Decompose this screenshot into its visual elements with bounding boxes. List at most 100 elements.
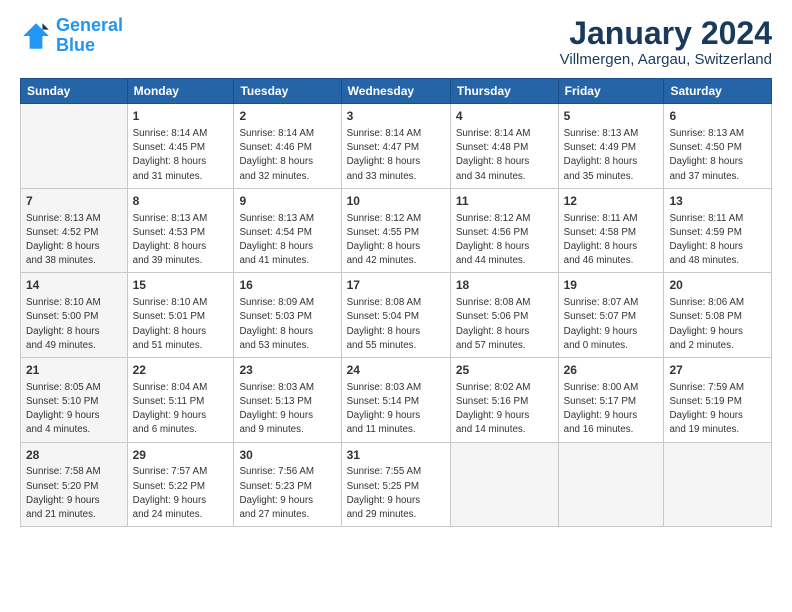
calendar-week-row: 7 Sunrise: 8:13 AMSunset: 4:52 PMDaylight… [21,188,772,273]
day-of-week-header: Wednesday [341,79,450,104]
calendar-cell: 8Sunrise: 8:13 AMSunset: 4:53 PMDaylight… [127,188,234,273]
day-of-week-header: Thursday [450,79,558,104]
logo-text: General Blue [56,16,123,56]
calendar-cell [21,104,128,189]
day-number: 29 [133,447,229,464]
calendar-cell: 29Sunrise: 7:57 AMSunset: 5:22 PMDayligh… [127,442,234,527]
day-info: Sunrise: 8:04 AMSunset: 5:11 PMDaylight:… [133,381,229,438]
day-info: Sunrise: 7:57 AMSunset: 5:22 PMDaylight:… [133,465,229,522]
day-number: 26 [564,362,659,379]
day-number: 1 [133,108,229,125]
logo-line2: Blue [56,35,95,55]
calendar-cell: 28Sunrise: 7:58 AMSunset: 5:20 PMDayligh… [21,442,128,527]
day-info: Sunrise: 8:11 AMSunset: 4:59 PMDaylight:… [669,212,766,269]
calendar-cell: 23 Sunrise: 8:03 AMSunset: 5:13 PMDayligh… [234,358,341,443]
day-info: Sunrise: 8:02 AMSunset: 5:16 PMDaylight:… [456,381,553,438]
calendar-cell: 17 Sunrise: 8:08 AMSunset: 5:04 PMDayligh… [341,273,450,358]
calendar-table: SundayMondayTuesdayWednesdayThursdayFrid… [20,78,772,527]
calendar-cell: 2 Sunrise: 8:14 AMSunset: 4:46 PMDaylight… [234,104,341,189]
day-info: Sunrise: 8:13 AMSunset: 4:49 PMDaylight:… [564,127,659,184]
calendar-cell: 9 Sunrise: 8:13 AMSunset: 4:54 PMDaylight… [234,188,341,273]
day-number: 15 [133,277,229,294]
header: General Blue January 2024 Villmergen, Aa… [20,16,772,68]
day-number: 2 [239,108,335,125]
calendar-cell: 15 Sunrise: 8:10 AMSunset: 5:01 PMDayligh… [127,273,234,358]
day-number: 7 [26,193,122,210]
day-number: 19 [564,277,659,294]
day-info: Sunrise: 8:10 AMSunset: 5:00 PMDaylight:… [26,296,122,353]
calendar-week-row: 28Sunrise: 7:58 AMSunset: 5:20 PMDayligh… [21,442,772,527]
day-number: 30 [239,447,335,464]
day-info: Sunrise: 8:08 AMSunset: 5:06 PMDaylight:… [456,296,553,353]
day-info: Sunrise: 8:12 AMSunset: 4:55 PMDaylight:… [347,212,445,269]
day-number: 25 [456,362,553,379]
day-of-week-header: Saturday [664,79,772,104]
day-info: Sunrise: 7:59 AMSunset: 5:19 PMDaylight:… [669,381,766,438]
day-number: 17 [347,277,445,294]
day-number: 21 [26,362,122,379]
day-number: 12 [564,193,659,210]
day-info: Sunrise: 8:13 AMSunset: 4:53 PMDaylight:… [133,212,229,269]
day-info: Sunrise: 8:14 AMSunset: 4:46 PMDaylight:… [239,127,335,184]
subtitle: Villmergen, Aargau, Switzerland [560,51,772,68]
calendar-cell: 27 Sunrise: 7:59 AMSunset: 5:19 PMDayligh… [664,358,772,443]
day-of-week-header: Sunday [21,79,128,104]
calendar-cell [664,442,772,527]
day-info: Sunrise: 8:13 AMSunset: 4:54 PMDaylight:… [239,212,335,269]
calendar-cell: 16 Sunrise: 8:09 AMSunset: 5:03 PMDayligh… [234,273,341,358]
logo-icon [20,20,52,52]
calendar-cell: 11Sunrise: 8:12 AMSunset: 4:56 PMDayligh… [450,188,558,273]
day-info: Sunrise: 8:03 AMSunset: 5:14 PMDaylight:… [347,381,445,438]
calendar-cell: 12Sunrise: 8:11 AMSunset: 4:58 PMDayligh… [558,188,664,273]
day-number: 4 [456,108,553,125]
day-number: 9 [239,193,335,210]
day-info: Sunrise: 8:00 AMSunset: 5:17 PMDaylight:… [564,381,659,438]
day-number: 28 [26,447,122,464]
day-number: 22 [133,362,229,379]
title-block: January 2024 Villmergen, Aargau, Switzer… [560,16,772,68]
day-info: Sunrise: 8:08 AMSunset: 5:04 PMDaylight:… [347,296,445,353]
calendar-week-row: 14 Sunrise: 8:10 AMSunset: 5:00 PMDayligh… [21,273,772,358]
calendar-cell: 24Sunrise: 8:03 AMSunset: 5:14 PMDayligh… [341,358,450,443]
day-info: Sunrise: 8:14 AMSunset: 4:47 PMDaylight:… [347,127,445,184]
day-number: 14 [26,277,122,294]
day-info: Sunrise: 8:09 AMSunset: 5:03 PMDaylight:… [239,296,335,353]
calendar-cell [450,442,558,527]
day-info: Sunrise: 8:03 AMSunset: 5:13 PMDaylight:… [239,381,335,438]
calendar-cell: 19 Sunrise: 8:07 AMSunset: 5:07 PMDayligh… [558,273,664,358]
day-number: 3 [347,108,445,125]
calendar-cell: 14 Sunrise: 8:10 AMSunset: 5:00 PMDayligh… [21,273,128,358]
calendar-cell: 18 Sunrise: 8:08 AMSunset: 5:06 PMDayligh… [450,273,558,358]
day-number: 23 [239,362,335,379]
calendar-cell: 1 Sunrise: 8:14 AMSunset: 4:45 PMDaylight… [127,104,234,189]
day-number: 5 [564,108,659,125]
calendar-cell: 31Sunrise: 7:55 AMSunset: 5:25 PMDayligh… [341,442,450,527]
day-number: 27 [669,362,766,379]
calendar-cell: 5 Sunrise: 8:13 AMSunset: 4:49 PMDaylight… [558,104,664,189]
main-title: January 2024 [560,16,772,51]
day-number: 18 [456,277,553,294]
day-info: Sunrise: 8:07 AMSunset: 5:07 PMDaylight:… [564,296,659,353]
day-info: Sunrise: 8:05 AMSunset: 5:10 PMDaylight:… [26,381,122,438]
day-number: 20 [669,277,766,294]
calendar-cell: 3 Sunrise: 8:14 AMSunset: 4:47 PMDaylight… [341,104,450,189]
page: General Blue January 2024 Villmergen, Aa… [0,0,792,612]
calendar-cell: 25 Sunrise: 8:02 AMSunset: 5:16 PMDayligh… [450,358,558,443]
calendar-cell: 30Sunrise: 7:56 AMSunset: 5:23 PMDayligh… [234,442,341,527]
day-of-week-header: Friday [558,79,664,104]
calendar-cell: 4 Sunrise: 8:14 AMSunset: 4:48 PMDaylight… [450,104,558,189]
day-info: Sunrise: 8:14 AMSunset: 4:45 PMDaylight:… [133,127,229,184]
day-number: 31 [347,447,445,464]
day-of-week-header: Monday [127,79,234,104]
day-number: 6 [669,108,766,125]
day-info: Sunrise: 8:06 AMSunset: 5:08 PMDaylight:… [669,296,766,353]
calendar-cell: 26 Sunrise: 8:00 AMSunset: 5:17 PMDayligh… [558,358,664,443]
day-info: Sunrise: 8:13 AMSunset: 4:52 PMDaylight:… [26,212,122,269]
day-info: Sunrise: 8:10 AMSunset: 5:01 PMDaylight:… [133,296,229,353]
days-of-week-row: SundayMondayTuesdayWednesdayThursdayFrid… [21,79,772,104]
day-info: Sunrise: 8:14 AMSunset: 4:48 PMDaylight:… [456,127,553,184]
calendar-cell [558,442,664,527]
day-info: Sunrise: 8:12 AMSunset: 4:56 PMDaylight:… [456,212,553,269]
day-of-week-header: Tuesday [234,79,341,104]
day-number: 16 [239,277,335,294]
